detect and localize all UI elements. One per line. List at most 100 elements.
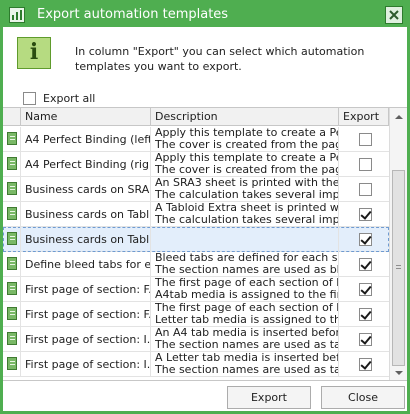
template-cell-icon xyxy=(3,177,21,202)
dialog-body: Export automation templates i In column … xyxy=(3,3,407,411)
description-line-1 xyxy=(155,227,338,239)
dialog-title: Export automation templates xyxy=(37,7,229,22)
table-row[interactable]: First page of section: I... An A4 tab med… xyxy=(3,327,389,352)
header-name[interactable]: Name xyxy=(21,108,151,126)
title-bar[interactable]: Export automation templates xyxy=(3,3,407,27)
export-checkbox[interactable] xyxy=(359,208,372,221)
template-name[interactable]: First page of section: I... xyxy=(21,352,151,377)
description-line-2 xyxy=(155,239,338,251)
template-icon xyxy=(7,332,17,345)
table-row[interactable]: A4 Perfect Binding (rig... Apply this tem… xyxy=(3,152,389,177)
description-line-2: The cover is created from the pages... xyxy=(155,139,338,151)
header-description[interactable]: Description xyxy=(151,108,339,126)
template-cell-icon xyxy=(3,127,21,152)
table-row[interactable]: Define bleed tabs for e... Bleed tabs are… xyxy=(3,252,389,277)
template-name[interactable]: Business cards on SRA3 xyxy=(21,177,151,202)
table-row[interactable]: First page of section: F... The first pag… xyxy=(3,302,389,327)
scroll-up-arrow-icon[interactable] xyxy=(390,109,407,125)
template-description[interactable] xyxy=(151,227,339,252)
scroll-down-arrow-icon[interactable] xyxy=(390,365,407,380)
export-cell xyxy=(339,152,389,177)
template-name[interactable]: A4 Perfect Binding (left... xyxy=(21,127,151,152)
description-line-1: A Tabloid Extra sheet is printed wit... xyxy=(155,202,338,214)
info-panel: i In column "Export" you can select whic… xyxy=(3,27,407,83)
export-checkbox[interactable] xyxy=(359,233,372,246)
info-text: In column "Export" you can select which … xyxy=(75,45,365,73)
template-cell-icon xyxy=(3,202,21,227)
template-description[interactable]: The first page of each section of lev...… xyxy=(151,277,339,302)
description-line-1: An SRA3 sheet is printed with the m... xyxy=(155,177,338,189)
template-description[interactable]: Apply this template to create a Perf...T… xyxy=(151,152,339,177)
template-name[interactable]: First page of section: F... xyxy=(21,277,151,302)
export-cell xyxy=(339,127,389,152)
template-cell-icon xyxy=(3,352,21,377)
template-name[interactable]: First page of section: F... xyxy=(21,302,151,327)
template-icon xyxy=(7,307,17,320)
close-icon[interactable] xyxy=(385,6,403,24)
export-all-checkbox[interactable] xyxy=(23,92,36,105)
export-checkbox[interactable] xyxy=(359,308,372,321)
export-cell xyxy=(339,252,389,277)
description-line-1: A Letter tab media is inserted befor... xyxy=(155,352,338,364)
close-button[interactable]: Close xyxy=(321,386,405,409)
header-icon-column xyxy=(3,108,21,126)
template-cell-icon xyxy=(3,327,21,352)
table-row[interactable]: Business cards on Tabl... xyxy=(3,227,389,252)
export-cell xyxy=(339,227,389,252)
scrollbar-thumb[interactable] xyxy=(392,170,405,366)
table-row[interactable]: A4 Perfect Binding (left... Apply this te… xyxy=(3,127,389,152)
template-icon xyxy=(7,232,17,245)
template-icon xyxy=(7,257,17,270)
template-description[interactable]: An A4 tab media is inserted before t...T… xyxy=(151,327,339,352)
description-line-2: The section names are used as tab t... xyxy=(155,339,338,351)
template-description[interactable]: A Letter tab media is inserted befor...T… xyxy=(151,352,339,377)
export-all-label[interactable]: Export all xyxy=(43,92,95,105)
template-icon xyxy=(7,132,17,145)
export-checkbox[interactable] xyxy=(359,183,372,196)
template-description[interactable]: A Tabloid Extra sheet is printed wit... T… xyxy=(151,202,339,227)
export-checkbox[interactable] xyxy=(359,133,372,146)
description-line-1: An A4 tab media is inserted before t... xyxy=(155,327,338,339)
description-line-1: Bleed tabs are defined for each sect... xyxy=(155,252,338,264)
description-line-2: Letter tab media is assigned to the f... xyxy=(155,314,338,326)
export-cell xyxy=(339,352,389,377)
export-checkbox[interactable] xyxy=(359,258,372,271)
template-cell-icon xyxy=(3,252,21,277)
description-line-1: The first page of each section of lev... xyxy=(155,302,338,314)
export-cell xyxy=(339,202,389,227)
description-line-1: Apply this template to create a Perf... xyxy=(155,127,338,139)
template-cell-icon xyxy=(3,227,21,252)
description-line-2: A4tab media is assigned to the first... xyxy=(155,289,338,301)
template-description[interactable]: Apply this template to create a Perf...T… xyxy=(151,127,339,152)
template-description[interactable]: The first page of each section of lev...… xyxy=(151,302,339,327)
scrollbar-grip xyxy=(396,265,401,266)
template-name[interactable]: Business cards on Tabl... xyxy=(21,227,151,252)
export-checkbox[interactable] xyxy=(359,283,372,296)
grid-header: Name Description Export xyxy=(3,108,389,126)
templates-grid: Name Description Export A4 Perfect Bindi… xyxy=(3,107,407,381)
template-description[interactable]: An SRA3 sheet is printed with the m...Th… xyxy=(151,177,339,202)
template-cell-icon xyxy=(3,152,21,177)
table-row[interactable]: First page of section: I... A Letter tab … xyxy=(3,352,389,377)
header-export[interactable]: Export xyxy=(339,108,389,126)
vertical-scrollbar[interactable] xyxy=(389,108,407,380)
template-name[interactable]: Define bleed tabs for e... xyxy=(21,252,151,277)
description-line-2: The calculation takes several imposi... xyxy=(155,214,338,226)
template-name[interactable]: First page of section: I... xyxy=(21,327,151,352)
export-button[interactable]: Export xyxy=(227,386,311,409)
export-checkbox[interactable] xyxy=(359,158,372,171)
export-checkbox[interactable] xyxy=(359,333,372,346)
export-checkbox[interactable] xyxy=(359,358,372,371)
export-cell xyxy=(339,327,389,352)
template-icon xyxy=(7,182,17,195)
table-row[interactable]: Business cards on Tabl... A Tabloid Extra… xyxy=(3,202,389,227)
description-line-2: The cover is created from the pages... xyxy=(155,164,338,176)
export-templates-dialog: Export automation templates i In column … xyxy=(0,0,410,414)
table-row[interactable]: Business cards on SRA3 An SRA3 sheet is p… xyxy=(3,177,389,202)
template-cell-icon xyxy=(3,277,21,302)
template-description[interactable]: Bleed tabs are defined for each sect...T… xyxy=(151,252,339,277)
table-row[interactable]: First page of section: F... The first pag… xyxy=(3,277,389,302)
template-name[interactable]: Business cards on Tabl... xyxy=(21,202,151,227)
template-name[interactable]: A4 Perfect Binding (rig... xyxy=(21,152,151,177)
description-line-1: Apply this template to create a Perf... xyxy=(155,152,338,164)
